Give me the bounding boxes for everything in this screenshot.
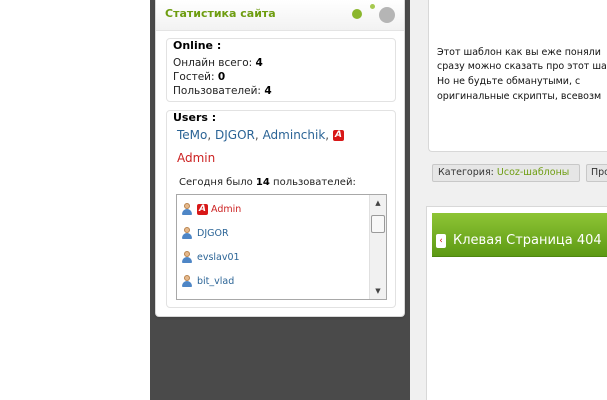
online-user-link[interactable]: DJGOR: [215, 128, 255, 142]
users-heading: Users :: [173, 111, 217, 124]
stats-header: Статистика сайта: [156, 0, 404, 31]
decor-dot-icon: [379, 7, 395, 23]
list-scrollbar[interactable]: ▲ ▼: [369, 195, 386, 299]
user-icon: [181, 227, 193, 239]
online-panel: Online : Онлайн всего: 4 Гостей: 0 Польз…: [166, 38, 396, 102]
online-users-line: TeMo, DJGOR, Adminchik, A: [177, 128, 344, 142]
admin-badge-icon: A: [332, 130, 344, 141]
list-item[interactable]: A Admin: [181, 201, 241, 217]
list-item-name: DJGOR: [197, 227, 229, 239]
decor-dot-icon: [370, 4, 375, 9]
arrow-left-icon: ‹: [436, 234, 446, 248]
category-link[interactable]: Ucoz-шаблоны: [497, 167, 569, 178]
list-item[interactable]: bit_vlad: [181, 273, 234, 289]
today-users-list[interactable]: A Admin DJGOR evslav01 bit_vlad ▲ ▼: [176, 194, 387, 300]
list-item-name: Admin: [211, 203, 242, 215]
list-item-name: bit_vlad: [197, 275, 235, 287]
article-text-line: Но не будьте обманутыми, с: [437, 76, 581, 87]
article-text-line: Этот шаблон как вы еже поняли: [437, 47, 601, 58]
decor-dot-icon: [352, 9, 362, 19]
user-icon: [181, 275, 193, 287]
article-text-line: оригинальные скрипты, всевозм: [437, 91, 602, 102]
scroll-up-icon[interactable]: ▲: [370, 195, 386, 211]
list-item-name: evslav01: [197, 251, 240, 263]
online-users-line-2: Admin: [177, 151, 215, 165]
online-total: Онлайн всего: 4: [173, 57, 263, 69]
online-users: Пользователей: 4: [173, 85, 272, 97]
today-visitors-summary: Сегодня было 14 пользователей:: [179, 177, 356, 188]
online-user-link[interactable]: TeMo: [177, 128, 207, 142]
article-panel: Этот шаблон как вы еже поняли сразу можн…: [428, 0, 607, 152]
next-tag[interactable]: Про: [586, 164, 607, 182]
online-guests: Гостей: 0: [173, 71, 226, 83]
scrollbar-thumb[interactable]: [371, 215, 385, 233]
site-stats-block: Статистика сайта Online : Онлайн всего: …: [155, 0, 405, 317]
category-tag: Категория: Ucoz-шаблоны: [432, 164, 580, 182]
today-users-list-content: A Admin DJGOR evslav01 bit_vlad: [177, 195, 369, 299]
article-text-line: сразу можно сказать про этот ша: [437, 61, 607, 72]
admin-badge-icon: A: [197, 203, 208, 215]
online-heading: Online :: [173, 39, 222, 52]
user-icon: [181, 251, 193, 263]
next-article-header[interactable]: ‹ Клевая Страница 404: [432, 213, 607, 257]
online-user-link[interactable]: Adminchik: [263, 128, 326, 142]
online-user-link[interactable]: Admin: [177, 151, 215, 165]
next-article-title: Клевая Страница 404: [453, 233, 602, 248]
stats-title: Статистика сайта: [165, 7, 276, 20]
user-icon: [181, 203, 193, 215]
list-item[interactable]: evslav01: [181, 249, 240, 265]
scroll-down-icon[interactable]: ▼: [370, 283, 386, 299]
page-left-margin: [0, 0, 150, 400]
list-item[interactable]: DJGOR: [181, 225, 229, 241]
users-panel: Users : TeMo, DJGOR, Adminchik, A Admin …: [166, 110, 396, 308]
